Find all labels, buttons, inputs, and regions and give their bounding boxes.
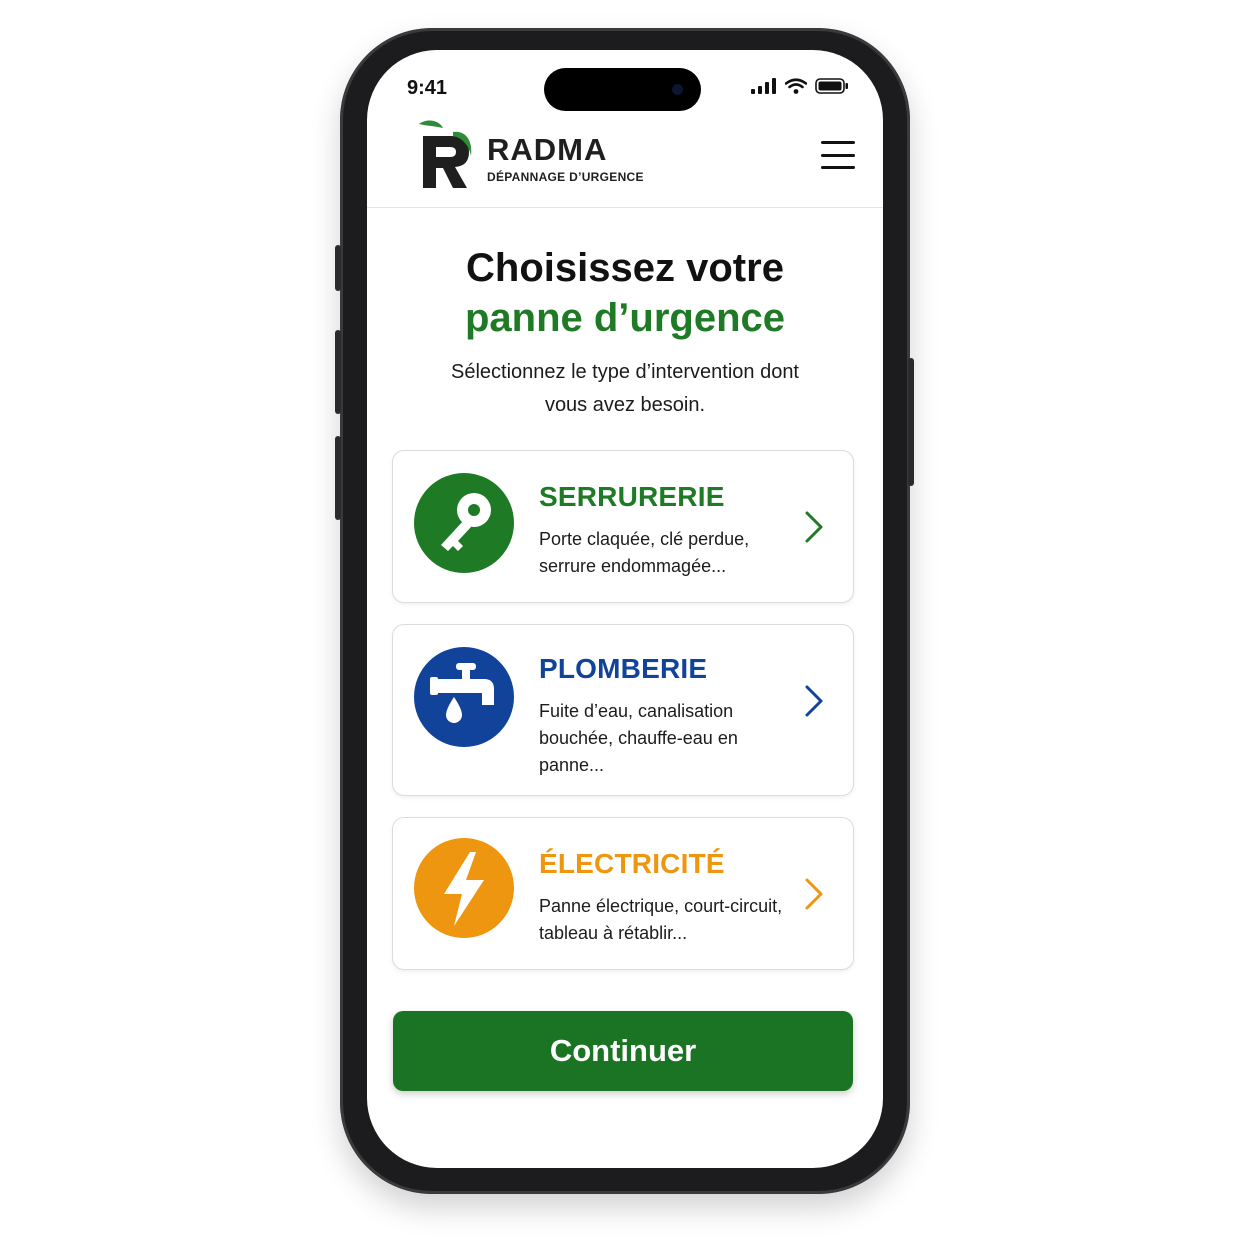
app-header: RADMA DÉPANNAGE D’URGENCE bbox=[367, 110, 883, 208]
page-subtitle: Sélectionnez le type d’intervention dont… bbox=[450, 361, 799, 416]
service-description: Fuite d’eau, canalisation bouchée, chauf… bbox=[539, 701, 738, 775]
screen: 9:41 RADMA DÉPANNAGE D’URGENCE Choisisse… bbox=[367, 50, 883, 1168]
power-button bbox=[908, 358, 914, 486]
service-description: Panne électrique, court-circuit, tableau… bbox=[539, 896, 783, 943]
service-title: PLOMBERIE bbox=[539, 653, 708, 684]
action-button bbox=[335, 245, 341, 291]
service-card-plomberie[interactable]: PLOMBERIE Fuite d’eau, canalisation bouc… bbox=[392, 624, 854, 796]
status-time: 9:41 bbox=[407, 77, 448, 99]
volume-up-button bbox=[335, 330, 341, 414]
service-title: ÉLECTRICITÉ bbox=[539, 848, 725, 879]
wifi-icon bbox=[785, 78, 807, 94]
service-card-electricite[interactable]: ÉLECTRICITÉ Panne électrique, court-circ… bbox=[392, 817, 854, 970]
signal-icon bbox=[751, 78, 776, 94]
battery-icon bbox=[815, 78, 848, 94]
brand-subtitle: DÉPANNAGE D’URGENCE bbox=[487, 170, 644, 184]
key-icon bbox=[414, 473, 514, 573]
service-card-serrurerie[interactable]: SERRURERIE Porte claquée, clé perdue, se… bbox=[392, 450, 854, 603]
service-description: Porte claquée, clé perdue, serrure endom… bbox=[539, 529, 750, 576]
chevron-right-icon bbox=[805, 511, 823, 543]
service-title: SERRURERIE bbox=[539, 481, 725, 512]
status-icons bbox=[751, 78, 849, 94]
chevron-right-icon bbox=[805, 878, 823, 910]
page-title-line1: Choisissez votre bbox=[466, 246, 784, 290]
lightning-icon bbox=[414, 838, 514, 938]
radma-logo-icon[interactable] bbox=[417, 118, 473, 190]
volume-down-button bbox=[335, 436, 341, 520]
faucet-icon bbox=[414, 647, 514, 747]
page-title-line2: panne d’urgence bbox=[464, 296, 786, 340]
brand-name: RADMA bbox=[487, 132, 608, 167]
dynamic-island bbox=[544, 68, 701, 111]
continue-button[interactable]: Continuer bbox=[393, 1011, 853, 1091]
chevron-right-icon bbox=[805, 685, 823, 717]
hamburger-menu-icon[interactable] bbox=[819, 138, 857, 172]
